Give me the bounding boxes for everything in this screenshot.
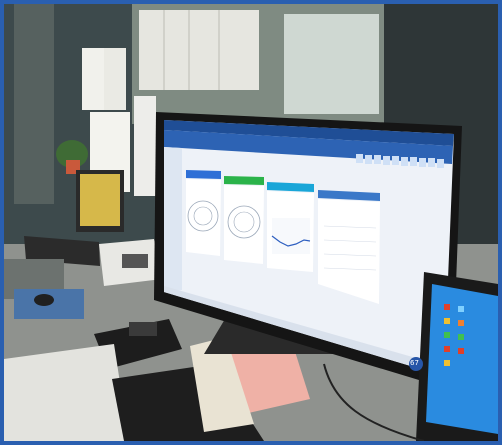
- phone-display: [122, 254, 148, 268]
- desk-papers-left: [4, 344, 129, 441]
- left-wall-panel: [14, 4, 54, 204]
- hanging-curtain: [139, 10, 259, 90]
- panel-header-green: [224, 176, 264, 185]
- ip-phone-screen: [129, 322, 157, 336]
- left-monitor-screen: [80, 174, 120, 226]
- paper-note-1: [82, 48, 104, 110]
- app-sidebar: [164, 147, 182, 292]
- panel-body-1: [186, 179, 221, 256]
- paper-note-2: [104, 48, 126, 110]
- window-bright: [284, 14, 379, 114]
- paper-note-4: [134, 96, 156, 196]
- line-chart-area: [272, 218, 310, 254]
- office-photo: 67: [4, 4, 498, 441]
- panel-body-2: [224, 185, 264, 264]
- badge-count: 67: [410, 359, 419, 367]
- mouse: [34, 294, 54, 306]
- panel-header-blue: [186, 170, 221, 179]
- office-scene-drawing: [4, 4, 498, 441]
